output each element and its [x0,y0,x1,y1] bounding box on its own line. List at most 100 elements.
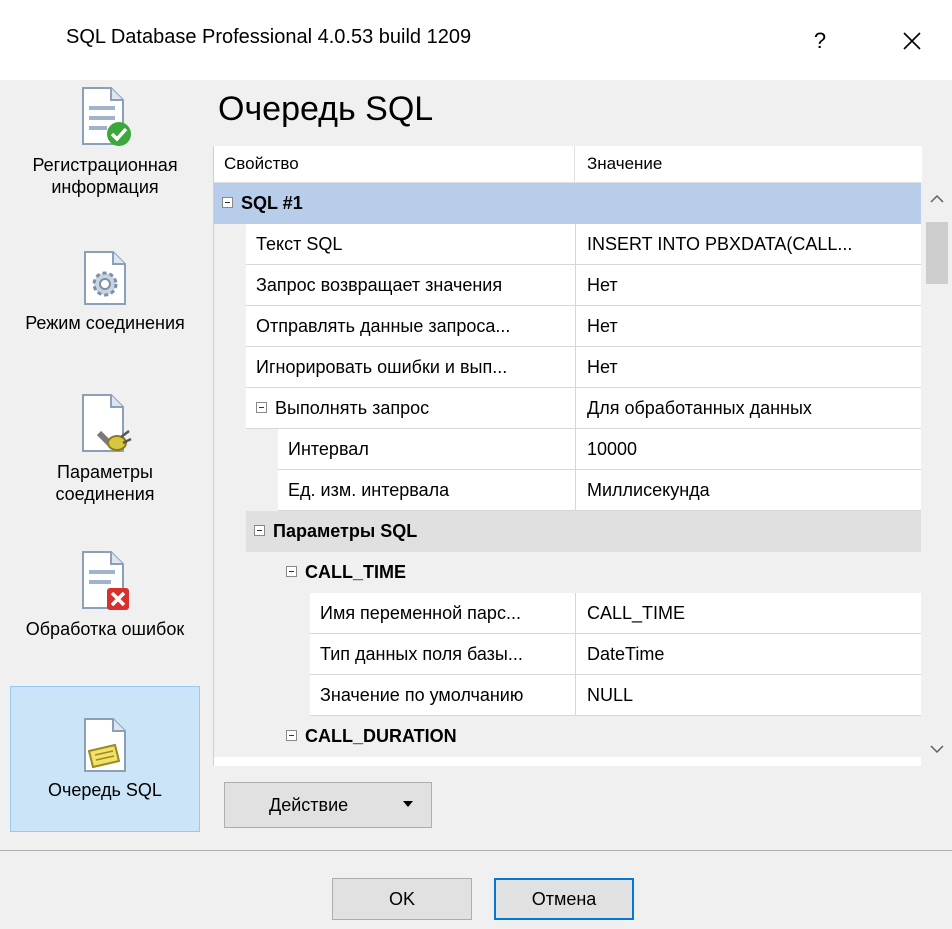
group-row[interactable]: Параметры SQL [214,511,922,552]
sidebar-item-error-handling[interactable]: Обработка ошибок [10,550,200,640]
cancel-button[interactable]: Отмена [494,878,634,920]
property-value[interactable]: Миллисекунда [575,470,922,511]
group-header[interactable]: CALL_DURATION [278,716,922,757]
sidebar-item-connection-mode[interactable]: Режим соединения [10,250,200,334]
group-label: Параметры SQL [273,521,418,541]
property-name[interactable]: Интервал [278,429,575,470]
property-row[interactable]: Текст SQL INSERT INTO PBXDATA(CALL... [214,224,922,265]
property-name[interactable]: Запрос возвращает значения [246,265,575,306]
window-title: SQL Database Professional 4.0.53 build 1… [66,26,472,48]
chevron-up-icon [929,194,944,203]
expandable-property-row[interactable]: Выполнять запрос Для обработанных данных [214,388,922,429]
scroll-down-button[interactable] [921,732,952,766]
row-indent [214,511,246,552]
footer-separator [0,850,952,851]
group-label: CALL_TIME [305,562,406,582]
property-label: Значение по умолчанию [320,685,524,705]
scroll-thumb[interactable] [926,222,948,284]
property-label: Запрос возвращает значения [256,275,503,295]
document-plug-icon [82,394,132,452]
vertical-scrollbar[interactable] [921,182,952,766]
property-label: Отправлять данные запроса... [256,316,511,336]
property-value[interactable]: Нет [575,347,922,388]
ok-button[interactable]: OK [332,878,472,920]
property-name[interactable]: Ед. изм. интервала [278,470,575,511]
action-dropdown-button[interactable]: Действие [224,782,432,828]
property-name[interactable]: Имя переменной парс... [310,593,575,634]
collapse-icon[interactable] [256,401,267,413]
group-header[interactable]: CALL_TIME [278,552,922,593]
property-label: Интервал [288,439,369,459]
property-label: Имя переменной парс... [320,603,521,623]
property-row[interactable]: Значение по умолчанию NULL [214,675,922,716]
document-gear-icon [84,251,126,305]
property-label: Текст SQL [256,234,343,254]
row-indent [214,265,246,306]
group-label: SQL #1 [241,193,303,213]
collapse-icon[interactable] [222,196,233,208]
sidebar-item-label: Параметры соединения [55,462,155,504]
close-icon [903,32,921,50]
row-indent [214,634,310,675]
property-row[interactable]: Интервал 10000 [214,429,922,470]
property-name[interactable]: Игнорировать ошибки и вып... [246,347,575,388]
property-value[interactable]: NULL [575,675,922,716]
property-label: Ед. изм. интервала [288,480,450,500]
column-header-property[interactable]: Свойство [224,154,299,174]
collapse-icon[interactable] [254,524,265,536]
collapse-icon[interactable] [286,729,297,741]
chevron-down-icon [929,745,944,754]
property-name[interactable]: Текст SQL [246,224,575,265]
group-row[interactable]: CALL_TIME [214,552,922,593]
property-value[interactable]: CALL_TIME [575,593,922,634]
row-indent [214,593,310,634]
property-value[interactable]: Нет [575,265,922,306]
close-button[interactable] [882,16,942,66]
property-value[interactable]: INSERT INTO PBXDATA(CALL... [575,224,922,265]
row-indent [214,470,278,511]
row-indent [214,306,246,347]
property-name[interactable]: Тип данных поля базы... [310,634,575,675]
row-indent [214,716,278,757]
group-row[interactable]: CALL_DURATION [214,716,922,757]
action-label: Действие [269,795,349,815]
help-button[interactable]: ? [790,16,850,66]
property-row[interactable]: Запрос возвращает значения Нет [214,265,922,306]
property-row[interactable]: Тип данных поля базы... DateTime [214,634,922,675]
sidebar-item-connection-params[interactable]: Параметры соединения [10,393,200,505]
page-title: Очередь SQL [218,90,434,128]
sidebar-item-registration[interactable]: Регистрационная информация [10,86,200,198]
property-name[interactable]: Значение по умолчанию [310,675,575,716]
property-row[interactable]: Отправлять данные запроса... Нет [214,306,922,347]
property-label: Выполнять запрос [275,398,430,418]
row-indent [214,347,246,388]
dropdown-arrow-icon [403,801,413,807]
column-header-value[interactable]: Значение [587,154,662,174]
column-divider[interactable] [574,146,575,182]
grid-header: Свойство Значение [214,146,922,183]
row-indent [214,388,246,429]
property-value[interactable]: Для обработанных данных [575,388,922,429]
sidebar-item-label: Обработка ошибок [25,619,185,639]
collapse-icon[interactable] [286,565,297,577]
property-row[interactable]: Ед. изм. интервала Миллисекунда [214,470,922,511]
group-header[interactable]: Параметры SQL [246,511,922,552]
scroll-up-button[interactable] [921,182,952,216]
sidebar: Регистрационная информация Режим соедине… [0,80,212,850]
title-bar: SQL Database Professional 4.0.53 build 1… [0,0,952,80]
group-row[interactable]: SQL #1 [214,183,922,224]
group-header[interactable]: SQL #1 [214,183,922,224]
property-value[interactable]: Нет [575,306,922,347]
sidebar-item-sql-queue[interactable]: Очередь SQL [10,686,200,832]
property-value[interactable]: DateTime [575,634,922,675]
property-row[interactable]: Игнорировать ошибки и вып... Нет [214,347,922,388]
property-value[interactable]: 10000 [575,429,922,470]
group-label: CALL_DURATION [305,726,457,746]
property-name[interactable]: Отправлять данные запроса... [246,306,575,347]
row-indent [214,552,278,593]
row-indent [214,224,246,265]
property-row[interactable]: Имя переменной парс... CALL_TIME [214,593,922,634]
property-grid[interactable]: Свойство Значение SQL #1 Текст SQL INSERT … [213,146,922,766]
property-name[interactable]: Выполнять запрос [246,388,575,429]
sidebar-item-label: Режим соединения [25,313,185,333]
